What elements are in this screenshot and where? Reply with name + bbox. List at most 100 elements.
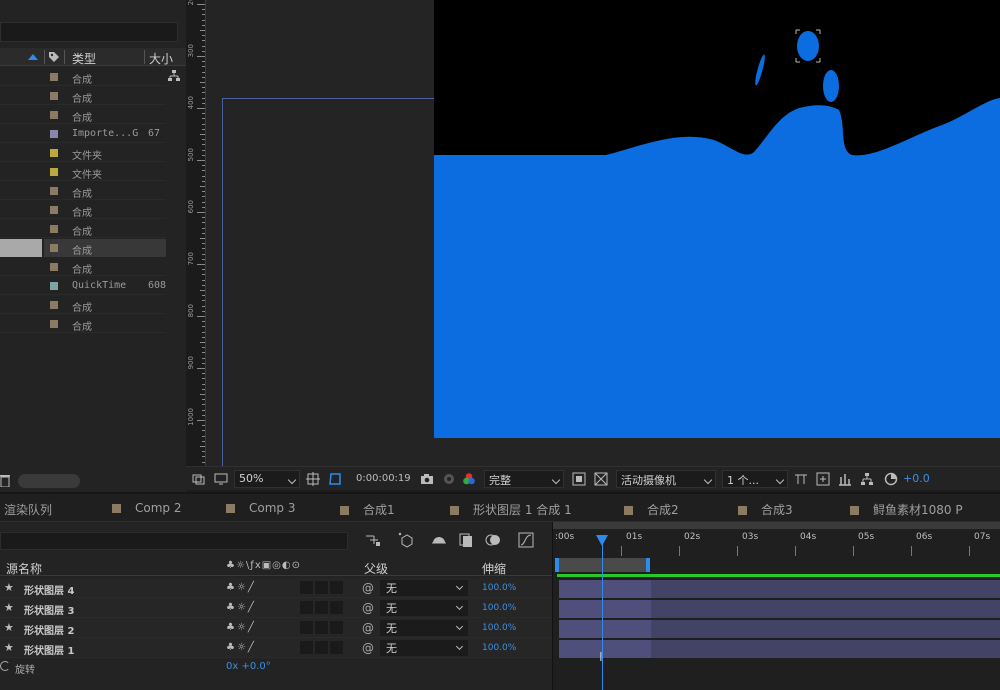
parent-dropdown[interactable]: 无 xyxy=(380,640,468,656)
label-color-swatch[interactable] xyxy=(50,282,58,290)
layer-duration-bar[interactable] xyxy=(559,600,1000,618)
layer-row[interactable]: ★ 形状图层 3 ♣☼╱ @ 无 100.0% xyxy=(0,598,552,618)
layer-switch-box[interactable] xyxy=(300,581,313,594)
timeline-search-input[interactable] xyxy=(0,532,348,550)
project-item-row[interactable]: 合成 xyxy=(0,296,166,314)
project-item-row[interactable]: 合成 xyxy=(0,220,166,238)
pick-whip-icon[interactable]: @ xyxy=(362,621,374,635)
project-item-row[interactable]: 合成 xyxy=(0,68,166,86)
timeline-tab[interactable]: 渲染队列 xyxy=(4,501,52,518)
pixel-aspect-icon[interactable] xyxy=(794,472,808,486)
layer-switch-box[interactable] xyxy=(330,601,343,614)
snapshot-camera-icon[interactable] xyxy=(420,472,434,486)
pick-whip-icon[interactable]: @ xyxy=(362,641,374,655)
timeline-toggle-icon[interactable] xyxy=(838,472,852,486)
resolution-dropdown[interactable]: 完整 xyxy=(484,470,564,488)
label-color-swatch[interactable] xyxy=(50,111,58,119)
project-item-row[interactable]: 合成 xyxy=(0,201,166,219)
layer-switch-box[interactable] xyxy=(330,621,343,634)
rotation-value[interactable]: 0x +0.0° xyxy=(226,661,271,672)
fast-preview-icon[interactable] xyxy=(816,472,830,486)
layer-name[interactable]: 形状图层 4 xyxy=(24,582,74,597)
project-item-row[interactable]: 合成 xyxy=(0,87,166,105)
column-type-header[interactable]: 类型 xyxy=(72,50,96,67)
comp-mini-flowchart-icon[interactable] xyxy=(364,531,382,549)
layer-switch-box[interactable] xyxy=(315,641,328,654)
sort-ascending-icon[interactable] xyxy=(28,54,38,60)
timeline-tab[interactable]: Comp 2 xyxy=(112,501,181,515)
layer-switches[interactable]: ♣☼╱ xyxy=(226,582,256,593)
project-scrollbar[interactable] xyxy=(18,474,80,488)
layer-name[interactable]: 形状图层 1 xyxy=(24,642,74,657)
work-area-start-handle[interactable] xyxy=(555,558,559,572)
timeline-tab[interactable]: Comp 3 xyxy=(226,501,295,515)
project-item-row[interactable]: 合成 xyxy=(0,258,166,276)
motion-blur-icon[interactable] xyxy=(484,531,502,549)
stretch-value[interactable]: 100.0% xyxy=(482,583,516,593)
shy-layers-icon[interactable] xyxy=(430,531,448,549)
playhead[interactable] xyxy=(596,535,609,546)
reset-exposure-icon[interactable] xyxy=(884,472,898,486)
project-item-row[interactable]: QuickTime 608 xyxy=(0,277,166,295)
layer-switches[interactable]: ♣☼╱ xyxy=(226,622,256,633)
project-search-input[interactable] xyxy=(0,22,178,42)
transparency-grid-icon[interactable] xyxy=(594,472,608,486)
item-name-cell[interactable] xyxy=(0,239,42,257)
project-item-row[interactable]: 文件夹 xyxy=(0,163,166,181)
layer-switch-box[interactable] xyxy=(300,621,313,634)
draft-3d-icon[interactable] xyxy=(397,531,415,549)
frame-blending-icon[interactable] xyxy=(457,531,475,549)
layer-switch-box[interactable] xyxy=(300,601,313,614)
graph-editor-icon[interactable] xyxy=(517,531,535,549)
exposure-value[interactable]: +0.0 xyxy=(903,472,930,485)
region-of-interest-icon[interactable] xyxy=(572,472,586,486)
label-color-swatch[interactable] xyxy=(50,149,58,157)
label-color-swatch[interactable] xyxy=(50,168,58,176)
label-color-swatch[interactable] xyxy=(50,187,58,195)
layer-name[interactable]: 形状图层 3 xyxy=(24,602,74,617)
layer-duration-bar[interactable] xyxy=(559,620,1000,638)
layer-switch-box[interactable] xyxy=(330,581,343,594)
label-color-swatch[interactable] xyxy=(50,244,58,252)
comp-flowchart-icon[interactable] xyxy=(860,472,874,486)
layer-row[interactable]: ★ 形状图层 2 ♣☼╱ @ 无 100.0% xyxy=(0,618,552,638)
stretch-value[interactable]: 100.0% xyxy=(482,603,516,613)
stretch-header[interactable]: 伸缩 xyxy=(482,560,506,577)
timeline-tab[interactable]: 合成1 xyxy=(340,501,395,518)
mask-visibility-icon[interactable] xyxy=(328,472,342,486)
label-color-swatch[interactable] xyxy=(50,73,58,81)
stretch-value[interactable]: 100.0% xyxy=(482,623,516,633)
project-item-row[interactable]: 合成 xyxy=(0,239,166,257)
grid-guide-icon[interactable] xyxy=(306,472,320,486)
label-color-swatch[interactable] xyxy=(50,225,58,233)
color-channels-icon[interactable] xyxy=(462,472,476,486)
always-preview-icon[interactable] xyxy=(192,472,206,486)
timeline-tab[interactable]: 形状图层 1 合成 1 xyxy=(450,501,572,518)
label-color-swatch[interactable] xyxy=(50,301,58,309)
layer-switches[interactable]: ♣☼╱ xyxy=(226,642,256,653)
magnification-dropdown[interactable]: 50% xyxy=(234,470,300,488)
project-item-row[interactable]: Importe...G 67 xyxy=(0,125,166,143)
time-ruler[interactable]: :00s 01s 02s 03s 04s 05s 06s 07s xyxy=(553,530,1000,556)
pick-whip-icon[interactable]: @ xyxy=(362,601,374,615)
label-color-swatch[interactable] xyxy=(50,130,58,138)
label-tag-icon[interactable] xyxy=(48,51,60,63)
layer-duration-bar[interactable] xyxy=(559,580,1000,598)
trash-icon[interactable] xyxy=(0,474,10,487)
view-layout-dropdown[interactable]: 1 个... xyxy=(722,470,788,488)
droplet-shape[interactable] xyxy=(797,31,819,61)
stopwatch-icon[interactable] xyxy=(0,661,10,671)
monitor-icon[interactable] xyxy=(214,472,228,486)
timeline-tab[interactable]: 合成3 xyxy=(738,501,793,518)
label-color-swatch[interactable] xyxy=(50,92,58,100)
camera-view-dropdown[interactable]: 活动摄像机 xyxy=(616,470,716,488)
composition-render[interactable] xyxy=(434,0,1000,438)
parent-header[interactable]: 父级 xyxy=(364,560,388,577)
layer-duration-bar[interactable] xyxy=(559,640,1000,658)
project-item-row[interactable]: 文件夹 xyxy=(0,144,166,162)
timeline-tab[interactable]: 鲟鱼素材1080 P xyxy=(850,501,963,518)
timeline-graph[interactable]: :00s 01s 02s 03s 04s 05s 06s 07s I xyxy=(552,522,1000,690)
layer-switch-box[interactable] xyxy=(315,581,328,594)
work-area-end-handle[interactable] xyxy=(645,558,650,572)
layer-name[interactable]: 形状图层 2 xyxy=(24,622,74,637)
